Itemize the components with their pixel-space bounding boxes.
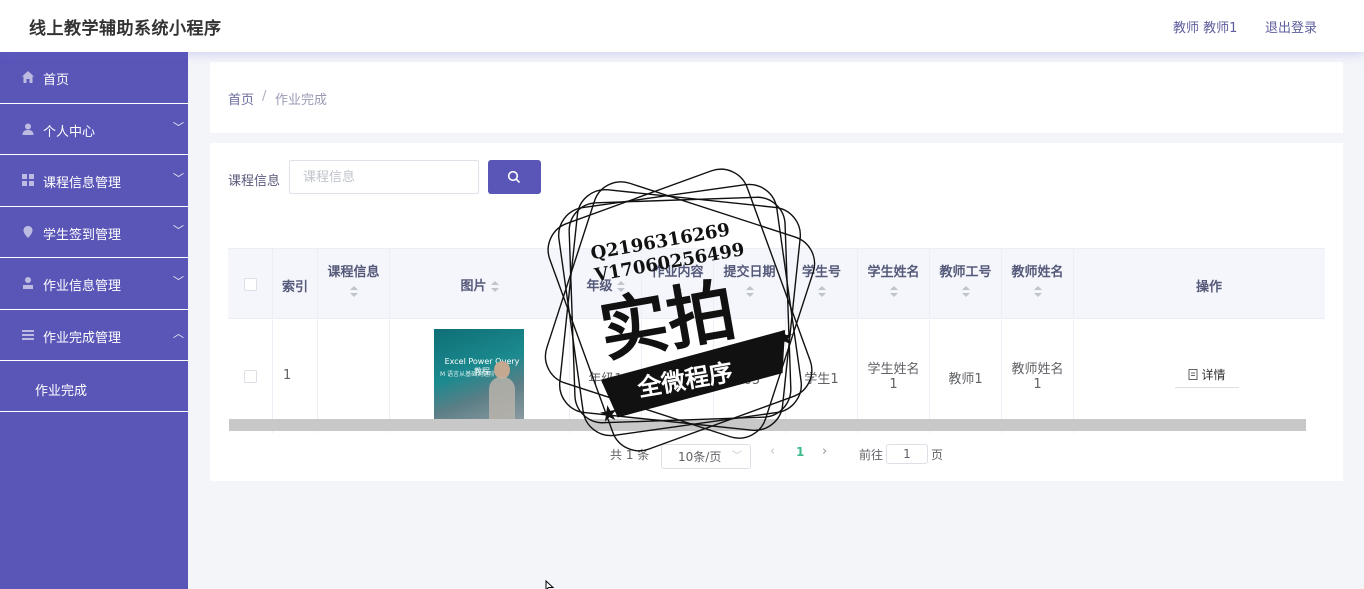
top-header: 线上教学辅助系统小程序 教师 教师1 退出登录 — [0, 0, 1364, 52]
sidebar: 首页 个人中心 ﹀ 课程信息管理 ﹀ 学生签到管理 ﹀ 作业信息管理 ﹀ 作业完… — [0, 52, 188, 589]
sidebar-item-homework-info[interactable]: 作业信息管理 ﹀ — [0, 258, 188, 310]
location-icon — [23, 225, 33, 238]
person-icon — [23, 277, 33, 289]
cell-submit-date: 2024 -05 — [714, 320, 786, 433]
column-header-image[interactable]: 图片 — [390, 249, 570, 319]
home-icon — [22, 71, 34, 83]
breadcrumb-current: 作业完成 — [275, 93, 328, 108]
menu-icon — [22, 329, 34, 340]
data-table: 索引 课程信息 图片 年级 作业内容 提交日期 学生号 学生姓名 教师工号 教师… — [228, 248, 1325, 433]
cell-grade: 年级1 — [570, 320, 642, 433]
app-title: 线上教学辅助系统小程序 — [29, 19, 222, 39]
goto-label: 前往 — [859, 448, 884, 462]
search-input[interactable] — [289, 160, 479, 194]
cell-course — [318, 320, 390, 433]
chevron-down-icon: ﹀ — [173, 120, 184, 134]
sort-icon[interactable] — [889, 286, 898, 298]
horizontal-scrollbar[interactable] — [229, 419, 1306, 431]
chevron-down-icon: ﹀ — [173, 223, 184, 237]
column-header-teacher-no[interactable]: 教师工号 — [930, 249, 1002, 319]
search-label: 课程信息 — [228, 174, 281, 189]
user-icon — [22, 123, 34, 135]
cell-index: 1 — [273, 320, 318, 433]
column-header-index: 索引 — [273, 249, 318, 319]
column-header-student-no[interactable]: 学生号 — [786, 249, 858, 319]
table-row[interactable]: 1 Excel Power Query 教程 M 语言从基础到进阶 年级1 20… — [228, 320, 1325, 433]
table-header: 索引 课程信息 图片 年级 作业内容 提交日期 学生号 学生姓名 教师工号 教师… — [228, 249, 1325, 319]
page-number-current[interactable]: 1 — [796, 445, 804, 459]
cell-image: Excel Power Query 教程 M 语言从基础到进阶 — [390, 320, 570, 433]
select-all-checkbox[interactable] — [244, 278, 257, 291]
sidebar-item-personal-center[interactable]: 个人中心 ﹀ — [0, 104, 188, 155]
grid-icon — [22, 174, 34, 186]
sidebar-item-label: 个人中心 — [43, 124, 96, 140]
chevron-down-icon: ﹀ — [732, 451, 742, 462]
sidebar-item-course-info[interactable]: 课程信息管理 ﹀ — [0, 155, 188, 207]
column-header-grade[interactable]: 年级 — [570, 249, 642, 319]
search-icon — [507, 170, 521, 184]
sidebar-item-homework-completion[interactable]: 作业完成管理 ︿ — [0, 310, 188, 361]
sort-icon[interactable] — [616, 280, 625, 293]
goto-page-input[interactable] — [886, 444, 928, 464]
cell-student-name: 学生姓名 1 — [858, 320, 930, 433]
sidebar-item-label: 学生签到管理 — [43, 227, 122, 243]
pagination-total: 共 1 条 — [610, 448, 650, 462]
sort-icon[interactable] — [673, 286, 682, 298]
sort-icon[interactable] — [1033, 286, 1042, 298]
row-checkbox[interactable] — [244, 370, 257, 383]
sidebar-subitem-label: 作业完成 — [35, 384, 88, 399]
detail-button[interactable]: 详情 — [1175, 364, 1239, 388]
current-user-label[interactable]: 教师 教师1 — [1173, 17, 1237, 36]
column-header-student-name[interactable]: 学生姓名 — [858, 249, 930, 319]
mouse-cursor-icon — [545, 580, 555, 589]
sidebar-item-home[interactable]: 首页 — [0, 52, 188, 104]
column-header-content[interactable]: 作业内容 — [642, 249, 714, 319]
document-icon — [1188, 369, 1198, 380]
sidebar-subitem-homework-completion[interactable]: 作业完成 — [0, 361, 188, 412]
next-page-button[interactable]: › — [822, 444, 827, 459]
breadcrumb-separator: / — [262, 89, 267, 104]
column-header-actions: 操作 — [1195, 280, 1222, 295]
column-header-teacher-name[interactable]: 教师姓名 — [1002, 249, 1074, 319]
column-header-course[interactable]: 课程信息 — [318, 249, 390, 319]
sidebar-item-student-signin[interactable]: 学生签到管理 ﹀ — [0, 207, 188, 258]
homework-image[interactable]: Excel Power Query 教程 M 语言从基础到进阶 — [434, 329, 524, 419]
chevron-up-icon: ︿ — [173, 326, 184, 340]
logout-link[interactable]: 退出登录 — [1265, 17, 1317, 36]
sort-icon[interactable] — [961, 286, 970, 298]
column-header-submit-date[interactable]: 提交日期 — [714, 249, 786, 319]
page-size-select[interactable]: 10条/页 ﹀ — [661, 444, 751, 469]
sort-icon[interactable] — [745, 286, 754, 298]
sort-icon[interactable] — [817, 286, 826, 298]
sort-icon[interactable] — [490, 280, 499, 293]
chevron-down-icon: ﹀ — [173, 172, 184, 185]
select-all-cell — [228, 249, 273, 319]
sort-icon[interactable] — [349, 286, 358, 298]
sidebar-item-label: 作业信息管理 — [43, 279, 122, 294]
row-select-cell — [228, 320, 273, 433]
cell-content — [642, 320, 714, 433]
search-button[interactable] — [488, 160, 541, 194]
breadcrumb-home-link[interactable]: 首页 — [228, 89, 254, 108]
breadcrumb: 首页 / 作业完成 — [210, 62, 1343, 133]
sidebar-item-label: 课程信息管理 — [43, 176, 122, 191]
sidebar-item-label: 作业完成管理 — [43, 330, 122, 346]
cell-teacher-no: 教师1 — [930, 320, 1002, 433]
cell-teacher-name: 教师姓名 1 — [1002, 320, 1074, 433]
content-panel: 课程信息 索引 课程信息 图片 年级 作业内容 — [210, 143, 1343, 481]
sidebar-item-label: 首页 — [43, 73, 70, 88]
chevron-down-icon: ﹀ — [173, 275, 184, 288]
prev-page-button[interactable]: ‹ — [770, 444, 775, 459]
cell-student-no: 学生1 — [786, 320, 858, 433]
goto-suffix: 页 — [931, 448, 944, 462]
